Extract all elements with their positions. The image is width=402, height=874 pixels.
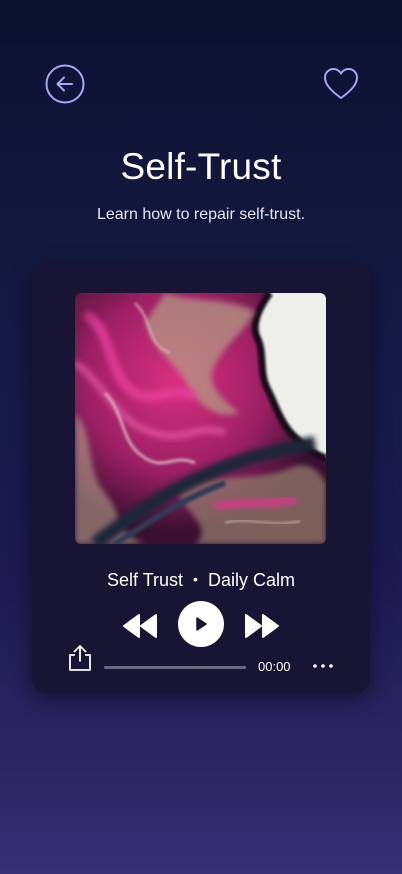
cover-artwork	[75, 293, 326, 544]
track-name: Self Trust	[107, 570, 184, 590]
share-icon	[69, 645, 91, 671]
track-info: Self Trust • Daily Calm	[32, 570, 370, 591]
page-title: Self-Trust	[120, 146, 282, 187]
favorite-button[interactable]	[322, 66, 360, 102]
rewind-icon	[123, 614, 157, 638]
back-button[interactable]	[45, 64, 85, 104]
more-horizontal-icon	[313, 664, 333, 668]
arrow-left-circle-icon	[45, 64, 85, 104]
fast-forward-icon	[245, 614, 279, 638]
elapsed-time: 00:00	[258, 659, 291, 674]
page-subtitle: Learn how to repair self-trust.	[96, 206, 306, 223]
heart-outline-icon	[324, 68, 358, 99]
fast-forward-button[interactable]	[244, 611, 280, 641]
play-icon	[196, 617, 207, 631]
share-button[interactable]	[68, 644, 92, 672]
rewind-button[interactable]	[122, 611, 158, 641]
player-card: Self Trust • Daily Calm 00:00	[32, 263, 370, 693]
more-options-button[interactable]	[312, 657, 334, 675]
progress-slider[interactable]	[104, 666, 246, 669]
separator-dot: •	[193, 571, 198, 587]
album-name: Daily Calm	[207, 570, 295, 590]
play-button[interactable]	[178, 601, 224, 647]
